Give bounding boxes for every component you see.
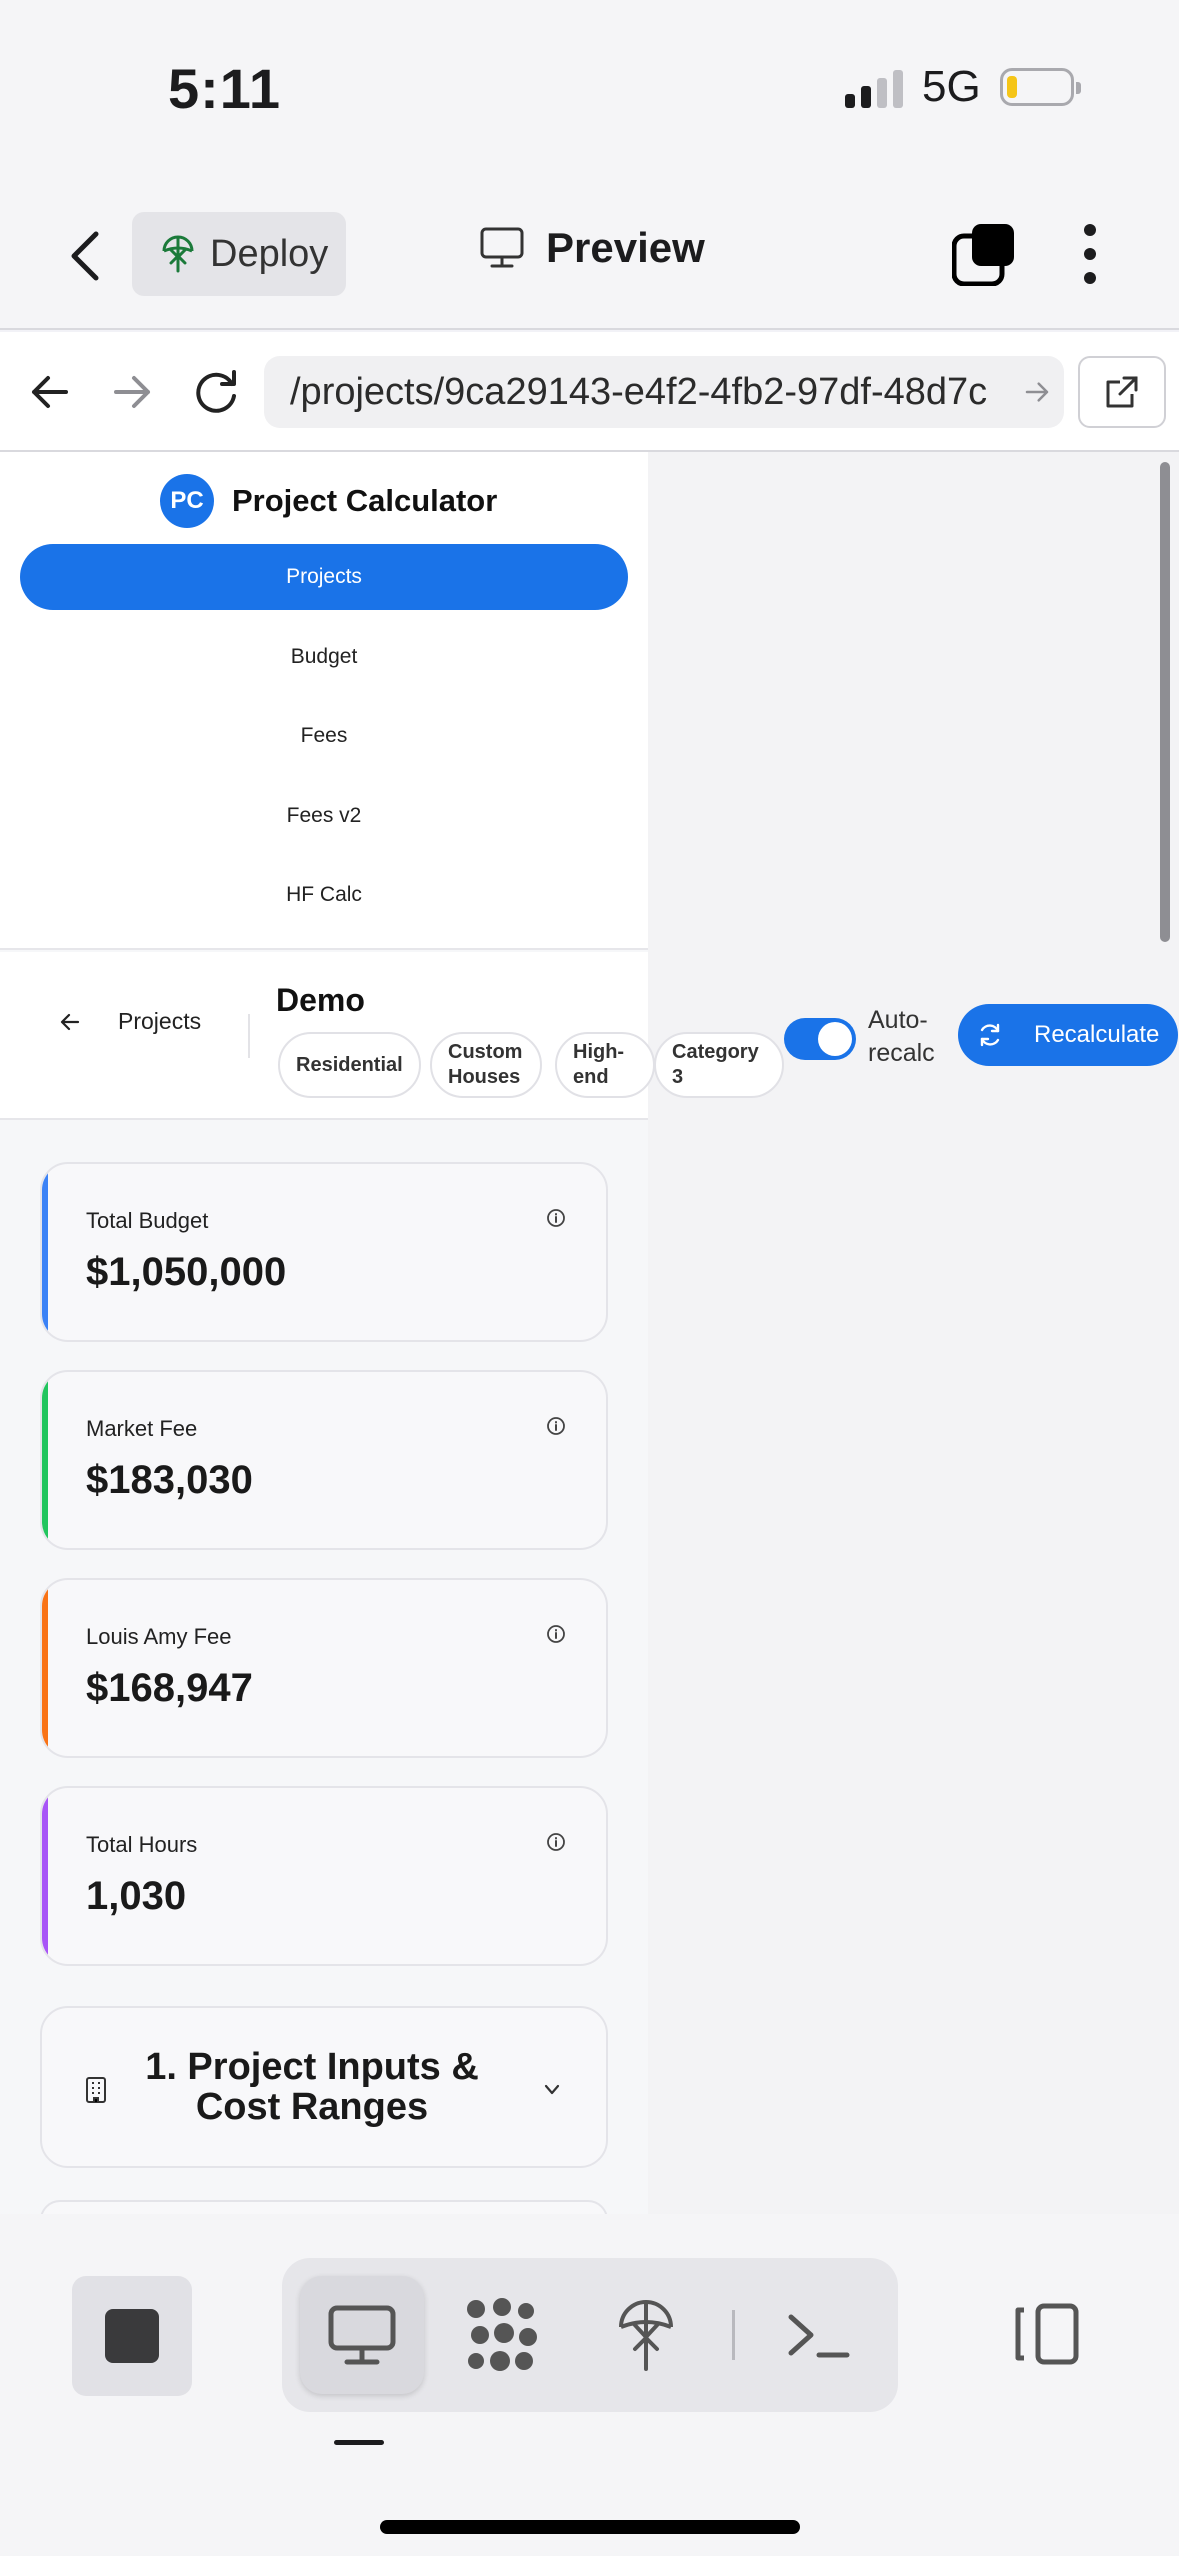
tabs-icon[interactable] — [952, 224, 1014, 286]
stop-button[interactable] — [72, 2276, 192, 2396]
building-icon — [86, 2077, 106, 2103]
url-input[interactable]: /projects/9ca29143-e4f2-4fb2-97df-48d7c — [264, 356, 1064, 428]
sidebar-item-fees[interactable]: Fees — [20, 703, 628, 769]
deploy-icon — [162, 235, 194, 273]
next-section-card — [40, 2200, 608, 2214]
top-bar: Deploy Preview — [0, 180, 1179, 330]
metric-label: Total Hours — [86, 1832, 198, 1857]
status-time: 5:11 — [168, 57, 281, 120]
sidebar-item-budget[interactable]: Budget — [20, 624, 628, 690]
sidebar-item-projects[interactable]: Projects — [20, 544, 628, 610]
preview-title[interactable]: Preview — [480, 224, 705, 272]
brand-name: Project Calculator — [232, 483, 498, 518]
metric-label: Market Fee — [86, 1416, 198, 1441]
url-text: /projects/9ca29143-e4f2-4fb2-97df-48d7c — [290, 370, 988, 413]
metric-card-louis-amy-fee: Louis Amy Fee $168,947 — [40, 1578, 608, 1758]
preview-viewport: PC Project Calculator Projects Budget Fe… — [0, 452, 1179, 2214]
chevron-down-icon — [544, 2084, 560, 2095]
open-external-button[interactable] — [1078, 356, 1166, 428]
home-indicator — [380, 2520, 800, 2534]
sidebar-toggle-icon[interactable] — [1010, 2302, 1082, 2366]
back-projects-label: Projects — [118, 1008, 202, 1034]
brand-logo: PC — [160, 474, 214, 528]
battery-icon — [1000, 68, 1081, 106]
tool-switcher — [282, 2258, 898, 2412]
preview-label: Preview — [546, 224, 705, 271]
tag-high-end: High-end — [555, 1032, 655, 1098]
back-arrow-icon[interactable] — [20, 362, 80, 422]
metric-card-total-hours: Total Hours 1,030 — [40, 1786, 608, 1966]
signal-icon — [845, 68, 903, 108]
recalculate-label: Recalculate — [1034, 1021, 1160, 1048]
back-chevron-icon[interactable] — [62, 226, 112, 286]
auto-recalc-label: Auto-recalc — [868, 1006, 935, 1067]
external-link-icon — [1106, 376, 1138, 408]
dots-icon — [467, 2298, 537, 2371]
arrow-left-icon — [60, 1013, 80, 1030]
metric-card-total-budget: Total Budget $1,050,000 — [40, 1162, 608, 1342]
desktop-tool-button[interactable] — [300, 2276, 424, 2394]
metric-value: 1,030 — [86, 1874, 187, 1918]
section-title: 1. Project Inputs & Cost Ranges — [145, 2046, 479, 2128]
info-icon[interactable] — [546, 1832, 566, 1852]
deploy-icon — [619, 2300, 673, 2371]
monitor-icon — [480, 227, 524, 268]
terminal-icon — [788, 2314, 850, 2358]
deploy-tool-button[interactable] — [584, 2276, 708, 2394]
forward-arrow-icon[interactable] — [102, 362, 162, 422]
active-tool-indicator — [334, 2440, 384, 2445]
stop-icon — [105, 2309, 159, 2363]
metric-label: Total Budget — [86, 1208, 209, 1233]
scrollbar[interactable] — [1160, 462, 1170, 942]
metric-label: Louis Amy Fee — [86, 1624, 232, 1649]
go-arrow-icon[interactable] — [1016, 372, 1052, 412]
project-title: Demo — [276, 982, 365, 1018]
sidebar-item-hf-calc[interactable]: HF Calc — [20, 862, 628, 928]
deploy-button[interactable]: Deploy — [132, 212, 346, 296]
refresh-icon — [980, 1023, 1000, 1047]
network-label: 5G — [922, 62, 981, 111]
metric-value: $183,030 — [86, 1458, 253, 1502]
info-icon[interactable] — [546, 1624, 566, 1644]
reload-icon[interactable] — [186, 362, 246, 422]
tag-category-3: Category 3 — [654, 1032, 784, 1098]
terminal-tool-button[interactable] — [756, 2276, 880, 2394]
info-icon[interactable] — [546, 1416, 566, 1436]
info-icon[interactable] — [546, 1208, 566, 1228]
recalculate-button[interactable]: Recalculate — [958, 1004, 1178, 1066]
project-header: Projects Demo Residential Custom Houses … — [0, 952, 1179, 1120]
tag-custom-houses: Custom Houses — [430, 1032, 542, 1098]
app-frame: PC Project Calculator Projects Budget Fe… — [0, 452, 648, 2214]
metric-value: $1,050,000 — [86, 1250, 287, 1294]
metric-card-market-fee: Market Fee $183,030 — [40, 1370, 608, 1550]
sidebar: PC Project Calculator Projects Budget Fe… — [0, 452, 648, 950]
bottom-toolbar — [0, 2214, 1179, 2556]
sidebar-item-fees-v2[interactable]: Fees v2 — [20, 783, 628, 849]
tag-residential: Residential — [278, 1032, 421, 1098]
dots-tool-button[interactable] — [440, 2276, 564, 2394]
status-bar: 5:11 5G — [0, 0, 1179, 180]
metric-value: $168,947 — [86, 1666, 253, 1710]
url-bar: /projects/9ca29143-e4f2-4fb2-97df-48d7c — [0, 332, 1179, 452]
desktop-icon — [328, 2305, 396, 2365]
brand: PC Project Calculator — [160, 474, 497, 528]
section-project-inputs[interactable]: 1. Project Inputs & Cost Ranges — [40, 2006, 608, 2168]
more-menu-icon[interactable] — [1082, 224, 1098, 284]
auto-recalc-toggle[interactable] — [784, 1018, 856, 1060]
back-to-projects-link[interactable]: Projects — [58, 1008, 201, 1035]
deploy-label: Deploy — [210, 232, 329, 275]
